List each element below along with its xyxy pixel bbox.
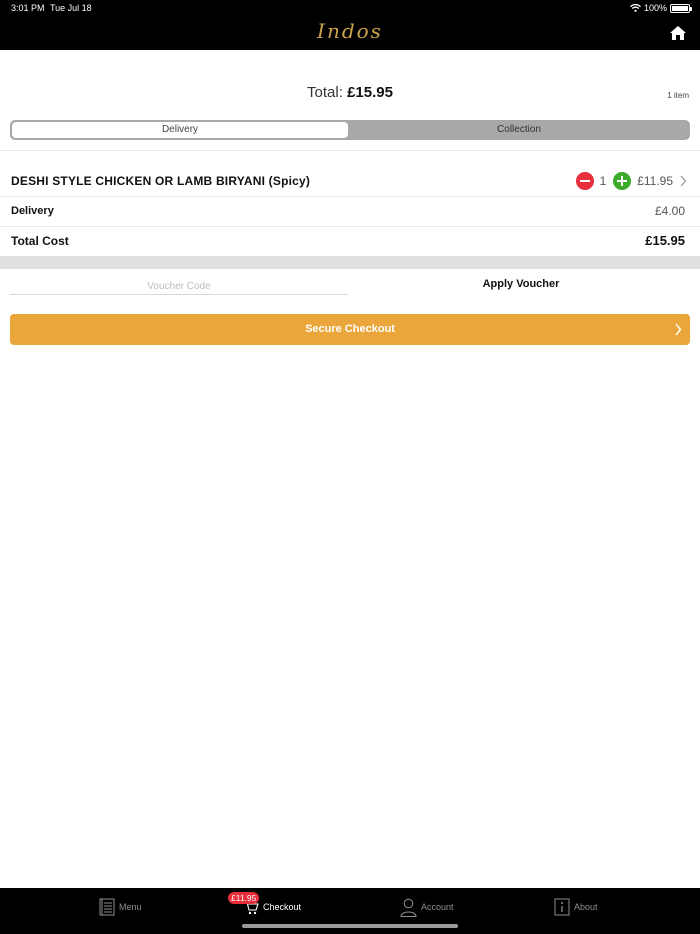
tab-account-label: Account [421,902,454,912]
status-date: Tue Jul 18 [50,3,92,13]
total-value: £15.95 [347,84,393,101]
tab-about[interactable]: About [554,897,598,917]
secure-checkout-label: Secure Checkout [305,323,395,335]
chevron-right-icon [675,323,682,336]
delivery-option[interactable]: Delivery [12,122,348,138]
info-icon [554,898,570,916]
divider [0,226,700,227]
cart-item[interactable]: DESHI STYLE CHICKEN OR LAMB BIRYANI (Spi… [0,166,700,196]
wifi-icon [630,4,641,12]
tab-menu-label: Menu [119,902,142,912]
collection-option[interactable]: Collection [350,122,688,138]
account-icon [400,898,417,917]
section-separator [0,256,700,269]
top-bar: 3:01 PM Tue Jul 18 100% Indos [0,0,700,50]
cart-total-badge: £11.95 [228,892,260,904]
divider [0,196,700,197]
total-cost-value: £15.95 [645,233,685,248]
battery-icon [670,3,692,13]
cart-item-quantity: 1 [599,174,607,188]
secure-checkout-button[interactable]: Secure Checkout [10,314,690,345]
tab-menu[interactable]: Menu [99,897,142,917]
home-indicator [242,924,458,928]
cart-item-price: £11.95 [637,174,673,188]
total-cost-label: Total Cost [11,234,69,248]
total-label: Total: [307,84,343,101]
tab-account[interactable]: Account [400,897,454,917]
status-indicators: 100% [630,3,692,13]
status-time: 3:01 PM [11,3,45,13]
home-icon[interactable] [669,25,687,41]
delivery-fee-row: Delivery £4.00 [0,200,700,228]
restaurant-logo: Indos [317,19,383,43]
increase-quantity-button[interactable] [613,172,631,190]
total-cost-row: Total Cost £15.95 [0,230,700,258]
battery-percent: 100% [643,3,667,13]
delivery-fee-label: Delivery [11,205,54,217]
order-total-summary: Total: £15.95 [0,84,700,101]
divider [0,150,700,151]
chevron-right-icon[interactable] [679,175,687,187]
item-count: 1 item [667,91,689,100]
cart-item-name: DESHI STYLE CHICKEN OR LAMB BIRYANI (Spi… [11,174,311,188]
tab-checkout-label: Checkout [263,902,302,912]
tab-about-label: About [574,902,598,912]
order-type-toggle: Delivery Collection [10,120,690,140]
delivery-fee-value: £4.00 [654,204,685,218]
menu-icon [99,898,115,916]
apply-voucher-button[interactable]: Apply Voucher [352,278,690,290]
voucher-code-input[interactable] [10,278,348,295]
decrease-quantity-button[interactable] [576,172,594,190]
